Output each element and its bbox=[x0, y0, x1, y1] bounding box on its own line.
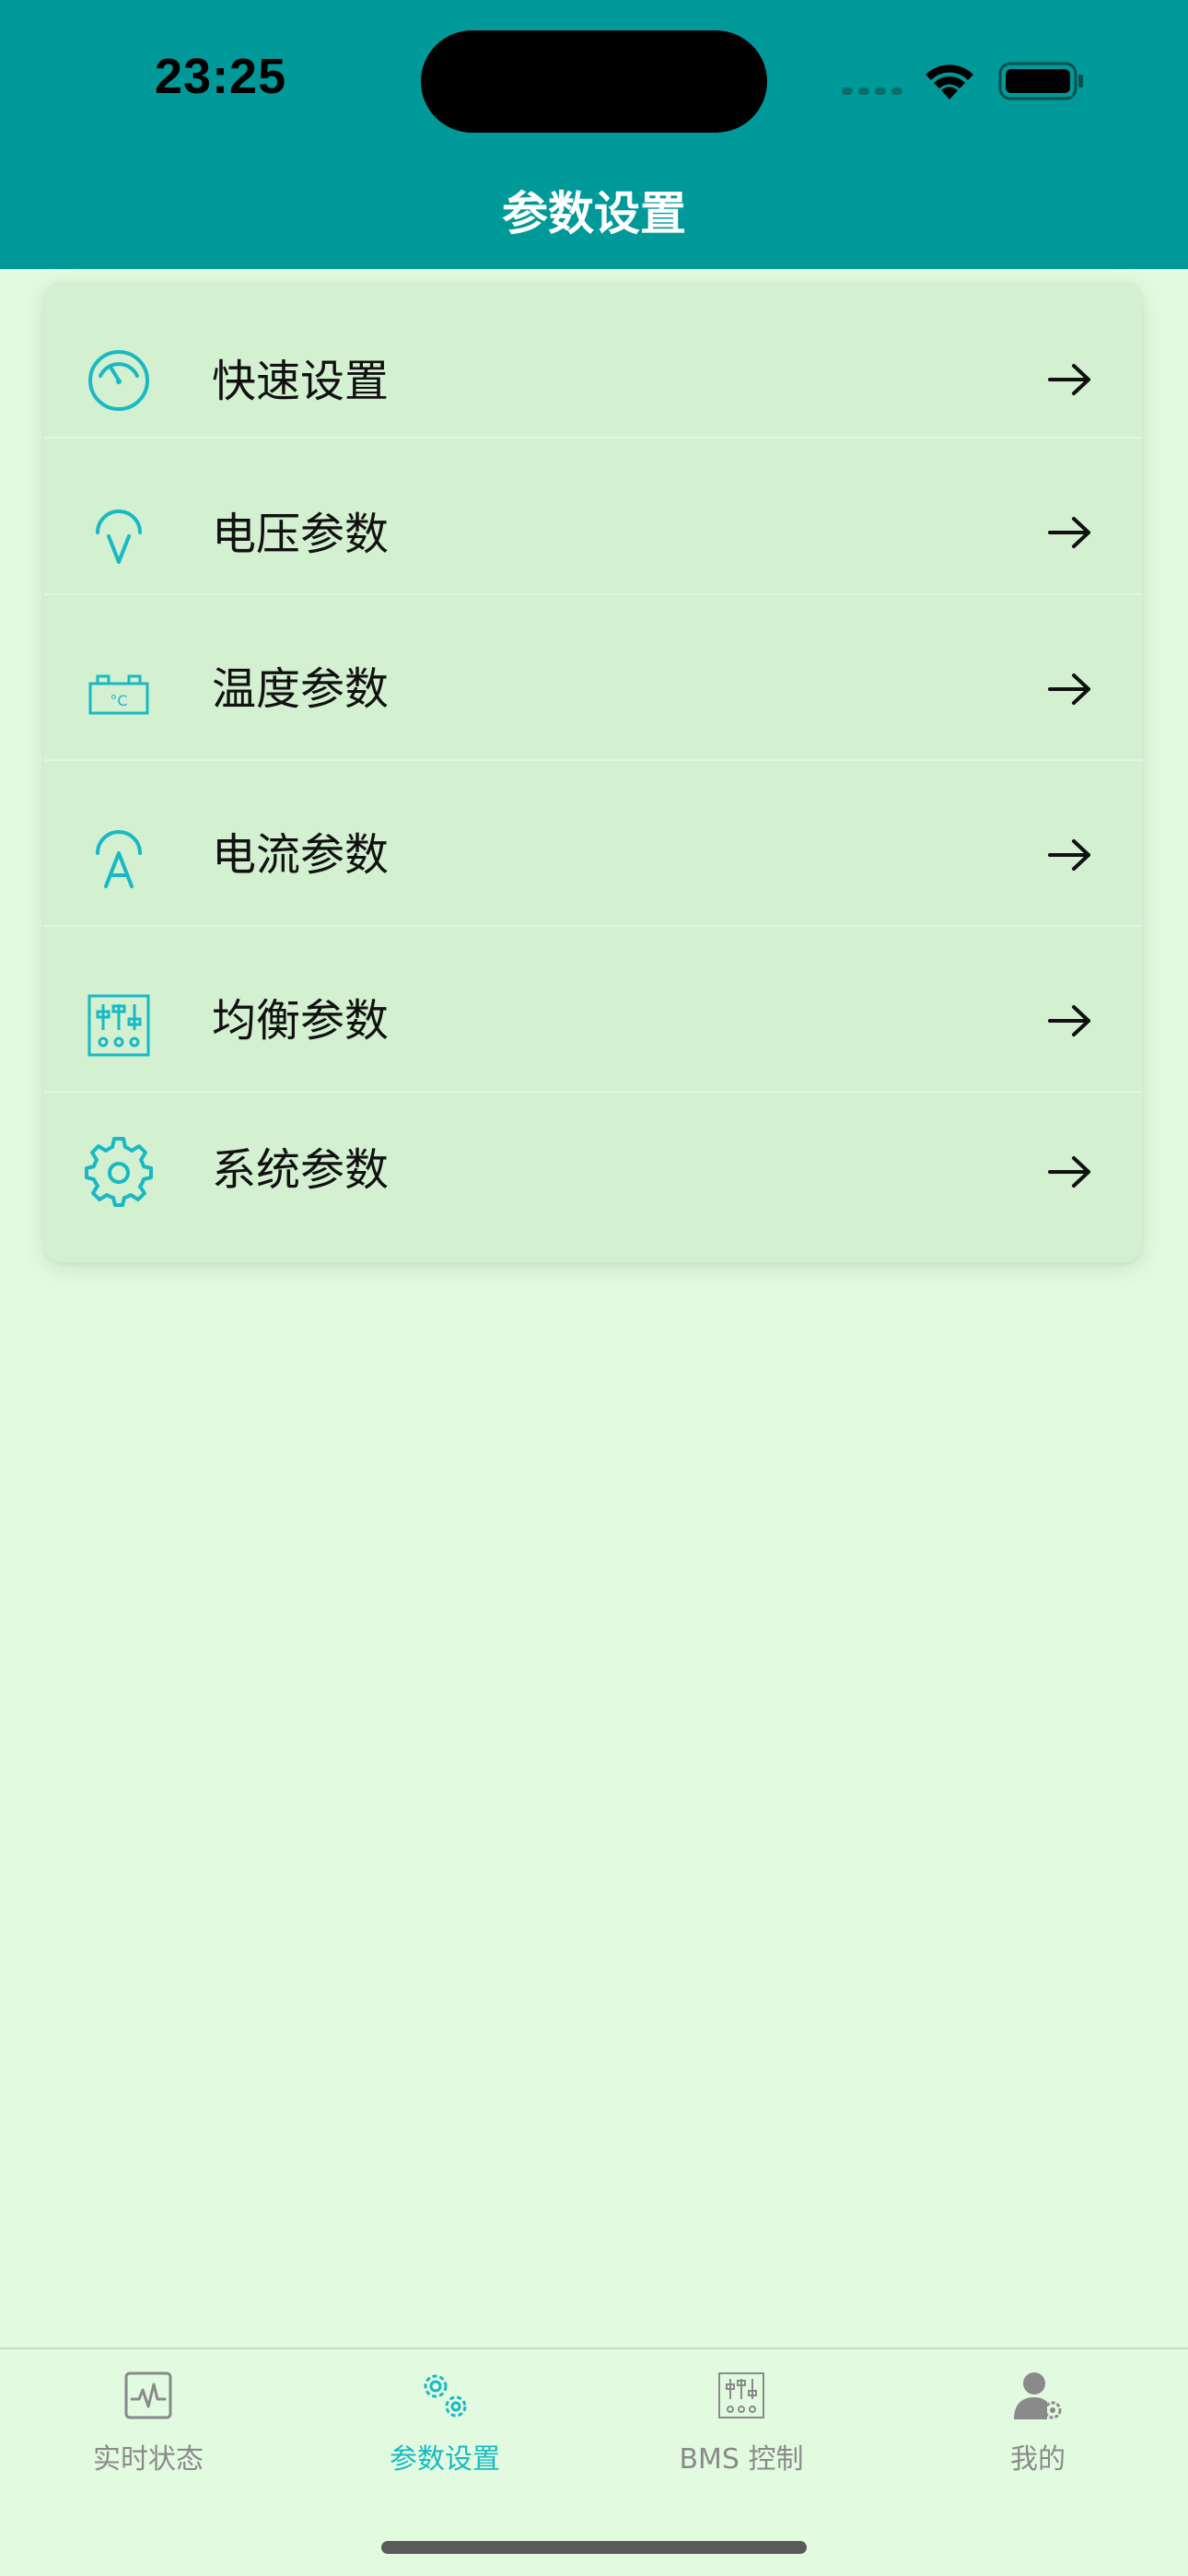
waveform-icon bbox=[124, 2371, 172, 2419]
menu-item-label: 均衡参数 bbox=[212, 995, 390, 1047]
cellular-signal-icon bbox=[842, 88, 903, 95]
gear-icon bbox=[85, 1137, 153, 1207]
current-icon bbox=[96, 830, 142, 888]
menu-item-balance-params[interactable]: 均衡参数 bbox=[44, 936, 1142, 1093]
tab-label: BMS 控制 bbox=[679, 2443, 804, 2476]
menu-item-label: 快速设置 bbox=[212, 356, 390, 407]
balance-icon bbox=[87, 994, 150, 1057]
header: 23:25 参数设置 bbox=[0, 0, 1188, 269]
menu-item-label: 电流参数 bbox=[212, 829, 390, 881]
menu-item-label: 电压参数 bbox=[212, 509, 390, 560]
settings-menu-card: 快速设置 电压参数 °C 温度参数 电流参数 均衡参数 系统参数 bbox=[44, 282, 1142, 1262]
tab-realtime-status[interactable]: 实时状态 bbox=[0, 2368, 297, 2506]
menu-item-current-params[interactable]: 电流参数 bbox=[44, 770, 1142, 927]
voltage-icon bbox=[96, 509, 142, 564]
tab-mine[interactable]: 我的 bbox=[890, 2368, 1186, 2506]
menu-item-voltage-params[interactable]: 电压参数 bbox=[44, 439, 1142, 595]
menu-item-label: 系统参数 bbox=[212, 1144, 390, 1196]
arrow-right-icon bbox=[1048, 364, 1090, 395]
dynamic-island bbox=[421, 30, 767, 133]
temperature-icon: °C bbox=[88, 674, 149, 715]
arrow-right-icon bbox=[1048, 839, 1090, 871]
menu-item-temperature-params[interactable]: °C 温度参数 bbox=[44, 604, 1142, 761]
arrow-right-icon bbox=[1048, 517, 1090, 548]
speedometer-icon bbox=[88, 350, 149, 411]
tab-label: 参数设置 bbox=[390, 2443, 500, 2476]
arrow-right-icon bbox=[1048, 1005, 1090, 1036]
menu-item-quick-settings[interactable]: 快速设置 bbox=[44, 282, 1142, 439]
menu-item-label: 温度参数 bbox=[212, 663, 390, 715]
user-settings-icon bbox=[1014, 2372, 1062, 2419]
control-panel-icon bbox=[718, 2372, 764, 2418]
home-indicator[interactable] bbox=[381, 2541, 807, 2554]
tab-parameter-settings[interactable]: 参数设置 bbox=[297, 2368, 593, 2506]
screen: 23:25 参数设置 快速设置 电压参数 °C 温度参数 电流参数 均衡参数 系… bbox=[0, 0, 1188, 2576]
tab-bms-control[interactable]: BMS 控制 bbox=[593, 2368, 890, 2506]
status-time: 23:25 bbox=[155, 49, 287, 104]
menu-item-system-params[interactable]: 系统参数 bbox=[44, 1102, 1142, 1259]
wifi-icon bbox=[926, 64, 973, 100]
tab-label: 我的 bbox=[1010, 2443, 1066, 2476]
arrow-right-icon bbox=[1048, 1156, 1090, 1188]
tab-label: 实时状态 bbox=[93, 2443, 204, 2476]
arrow-right-icon bbox=[1048, 673, 1090, 705]
svg-text:°C: °C bbox=[110, 692, 127, 709]
gears-icon bbox=[424, 2374, 467, 2418]
page-title: 参数设置 bbox=[502, 187, 686, 240]
battery-icon bbox=[998, 62, 1083, 100]
